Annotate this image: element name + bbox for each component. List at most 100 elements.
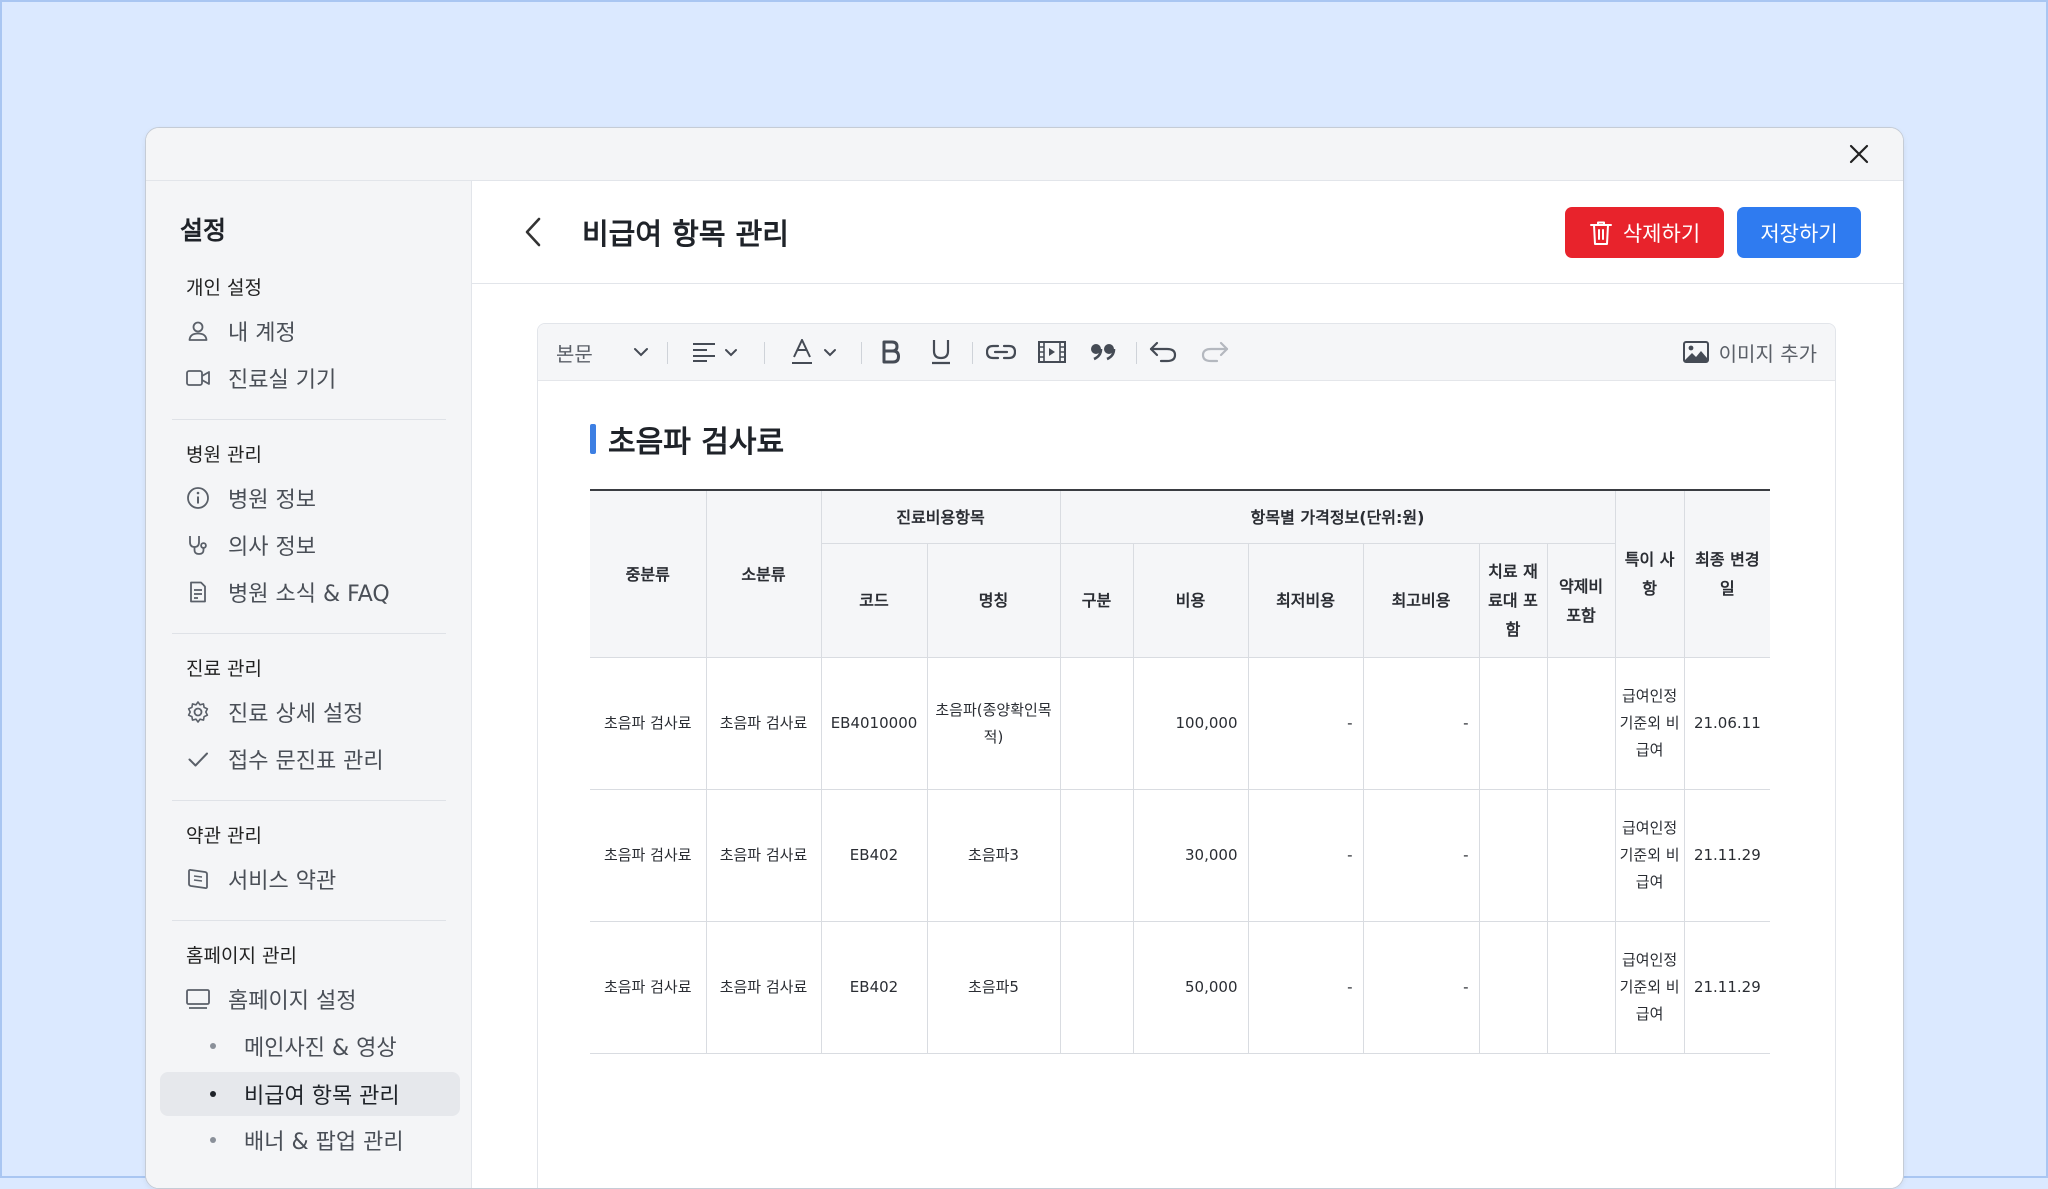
video-camera-icon [184,364,212,392]
section-terms: 약관 관리 [186,825,262,847]
rich-text-editor: 본문 이미지 추가 초음파 검사료 중분류 소분류 진료비용항목 항목별 가격정… [537,323,1836,1188]
header-updated: 최종 변경일 [1683,490,1771,658]
cell-updated: 21.11.29 [1683,921,1771,1054]
quote-button[interactable] [1086,338,1120,366]
user-icon [184,317,212,345]
editor-content[interactable]: 초음파 검사료 중분류 소분류 진료비용항목 항목별 가격정보(단위:원) 특이… [590,380,1835,1188]
table-row[interactable]: 초음파 검사료 초음파 검사료 EB402 초음파5 50,000 - - 급여… [590,921,1771,1054]
back-button[interactable] [517,215,549,249]
table-row[interactable]: 초음파 검사료 초음파 검사료 EB402 초음파3 30,000 - - 급여… [590,789,1771,922]
cell-mid: 초음파 검사료 [590,657,707,790]
cell-max: - [1362,921,1480,1054]
align-dropdown[interactable] [686,338,744,366]
toolbar-separator [667,342,668,364]
image-icon [1682,341,1709,363]
divider [172,920,446,921]
text-style-dropdown[interactable]: 본문 [556,338,649,366]
sidebar-item-homepage-settings[interactable]: 홈페이지 설정 [146,979,471,1019]
check-icon [184,745,212,773]
sidebar-subitem-noncovered-items[interactable]: 비급여 항목 관리 [160,1072,460,1116]
header-min: 최저비용 [1247,543,1364,658]
monitor-icon [184,985,212,1013]
cell-type [1059,657,1134,790]
header-max: 최고비용 [1362,543,1480,658]
sidebar-item-news-faq[interactable]: 병원 소식 & FAQ [146,572,471,612]
save-button[interactable]: 저장하기 [1737,207,1861,258]
sidebar-subitem-label: 비급여 항목 관리 [244,1084,400,1109]
sidebar: 설정 개인 설정 내 계정 진료실 기기 병원 관리 병원 정보 의사 정보 병… [146,181,472,1188]
text-style-value: 본문 [556,341,593,366]
section-hospital: 병원 관리 [186,444,262,466]
cell-name: 초음파(종양확인목적) [926,657,1061,790]
cell-sub: 초음파 검사료 [705,657,822,790]
cell-mid: 초음파 검사료 [590,921,707,1054]
table-row[interactable]: 초음파 검사료 초음파 검사료 EB4010000 초음파(종양확인목적) 10… [590,657,1771,790]
sidebar-item-my-account[interactable]: 내 계정 [146,311,471,351]
divider [172,633,446,634]
section-homepage: 홈페이지 관리 [186,945,297,967]
underline-icon [932,340,950,365]
cell-type [1059,789,1134,922]
sidebar-item-questionnaire[interactable]: 접수 문진표 관리 [146,739,471,779]
sidebar-item-doctor-info[interactable]: 의사 정보 [146,525,471,565]
cell-code: EB402 [820,921,928,1054]
link-button[interactable] [982,338,1020,366]
video-button[interactable] [1034,338,1070,366]
sidebar-item-label: 진료 상세 설정 [228,702,364,727]
toolbar-separator [764,342,765,364]
page-title: 비급여 항목 관리 [582,217,789,251]
text-color-dropdown[interactable] [784,338,844,366]
sidebar-item-hospital-info[interactable]: 병원 정보 [146,478,471,518]
cell-updated: 21.11.29 [1683,789,1771,922]
chevron-down-icon [725,348,737,356]
cell-name: 초음파3 [926,789,1061,922]
bullet-icon [210,1043,216,1049]
header-group-item: 진료비용항목 [820,490,1061,544]
cell-min: - [1247,657,1364,790]
undo-button[interactable] [1146,338,1180,366]
save-label: 저장하기 [1760,221,1838,246]
chevron-left-icon [525,217,541,247]
link-icon [986,344,1016,360]
sidebar-item-treatment-settings[interactable]: 진료 상세 설정 [146,692,471,732]
video-icon [1038,341,1066,363]
sidebar-title: 설정 [180,216,227,245]
cell-type [1059,921,1134,1054]
window-titlebar [146,128,1903,181]
redo-icon [1201,341,1229,363]
bold-button[interactable] [874,338,908,366]
quote-icon [1091,344,1116,361]
redo-button[interactable] [1198,338,1232,366]
cell-material [1478,789,1548,922]
sidebar-item-label: 홈페이지 설정 [228,989,357,1014]
cell-min: - [1247,921,1364,1054]
align-left-icon [693,343,715,362]
price-table: 중분류 소분류 진료비용항목 항목별 가격정보(단위:원) 특이 사항 최종 변… [590,489,1771,1054]
add-image-button[interactable]: 이미지 추가 [1682,338,1817,366]
close-button[interactable] [1845,140,1873,168]
cell-special: 급여인정 기준외 비급여 [1614,789,1685,922]
sidebar-subitem-main-photo[interactable]: 메인사진 & 영상 [146,1026,471,1066]
delete-button[interactable]: 삭제하기 [1565,207,1724,258]
header-sub-category: 소분류 [705,490,822,658]
header-drug: 약제비 포함 [1546,543,1616,658]
cell-max: - [1362,657,1480,790]
underline-button[interactable] [924,338,958,366]
cell-cost: 100,000 [1132,657,1249,790]
trash-icon [1589,220,1613,246]
document-icon [184,578,212,606]
cell-name: 초음파5 [926,921,1061,1054]
divider [172,419,446,420]
bullet-icon [210,1137,216,1143]
chevron-down-icon [824,348,836,356]
editor-toolbar: 본문 이미지 추가 [538,324,1835,381]
book-icon [184,865,212,893]
sidebar-subitem-banner-popup[interactable]: 배너 & 팝업 관리 [146,1120,471,1160]
sidebar-item-label: 의사 정보 [228,535,316,560]
sidebar-item-service-terms[interactable]: 서비스 약관 [146,859,471,899]
divider [172,800,446,801]
toolbar-separator [972,342,973,364]
bold-icon [882,340,900,364]
sidebar-item-devices[interactable]: 진료실 기기 [146,358,471,398]
cell-cost: 50,000 [1132,921,1249,1054]
